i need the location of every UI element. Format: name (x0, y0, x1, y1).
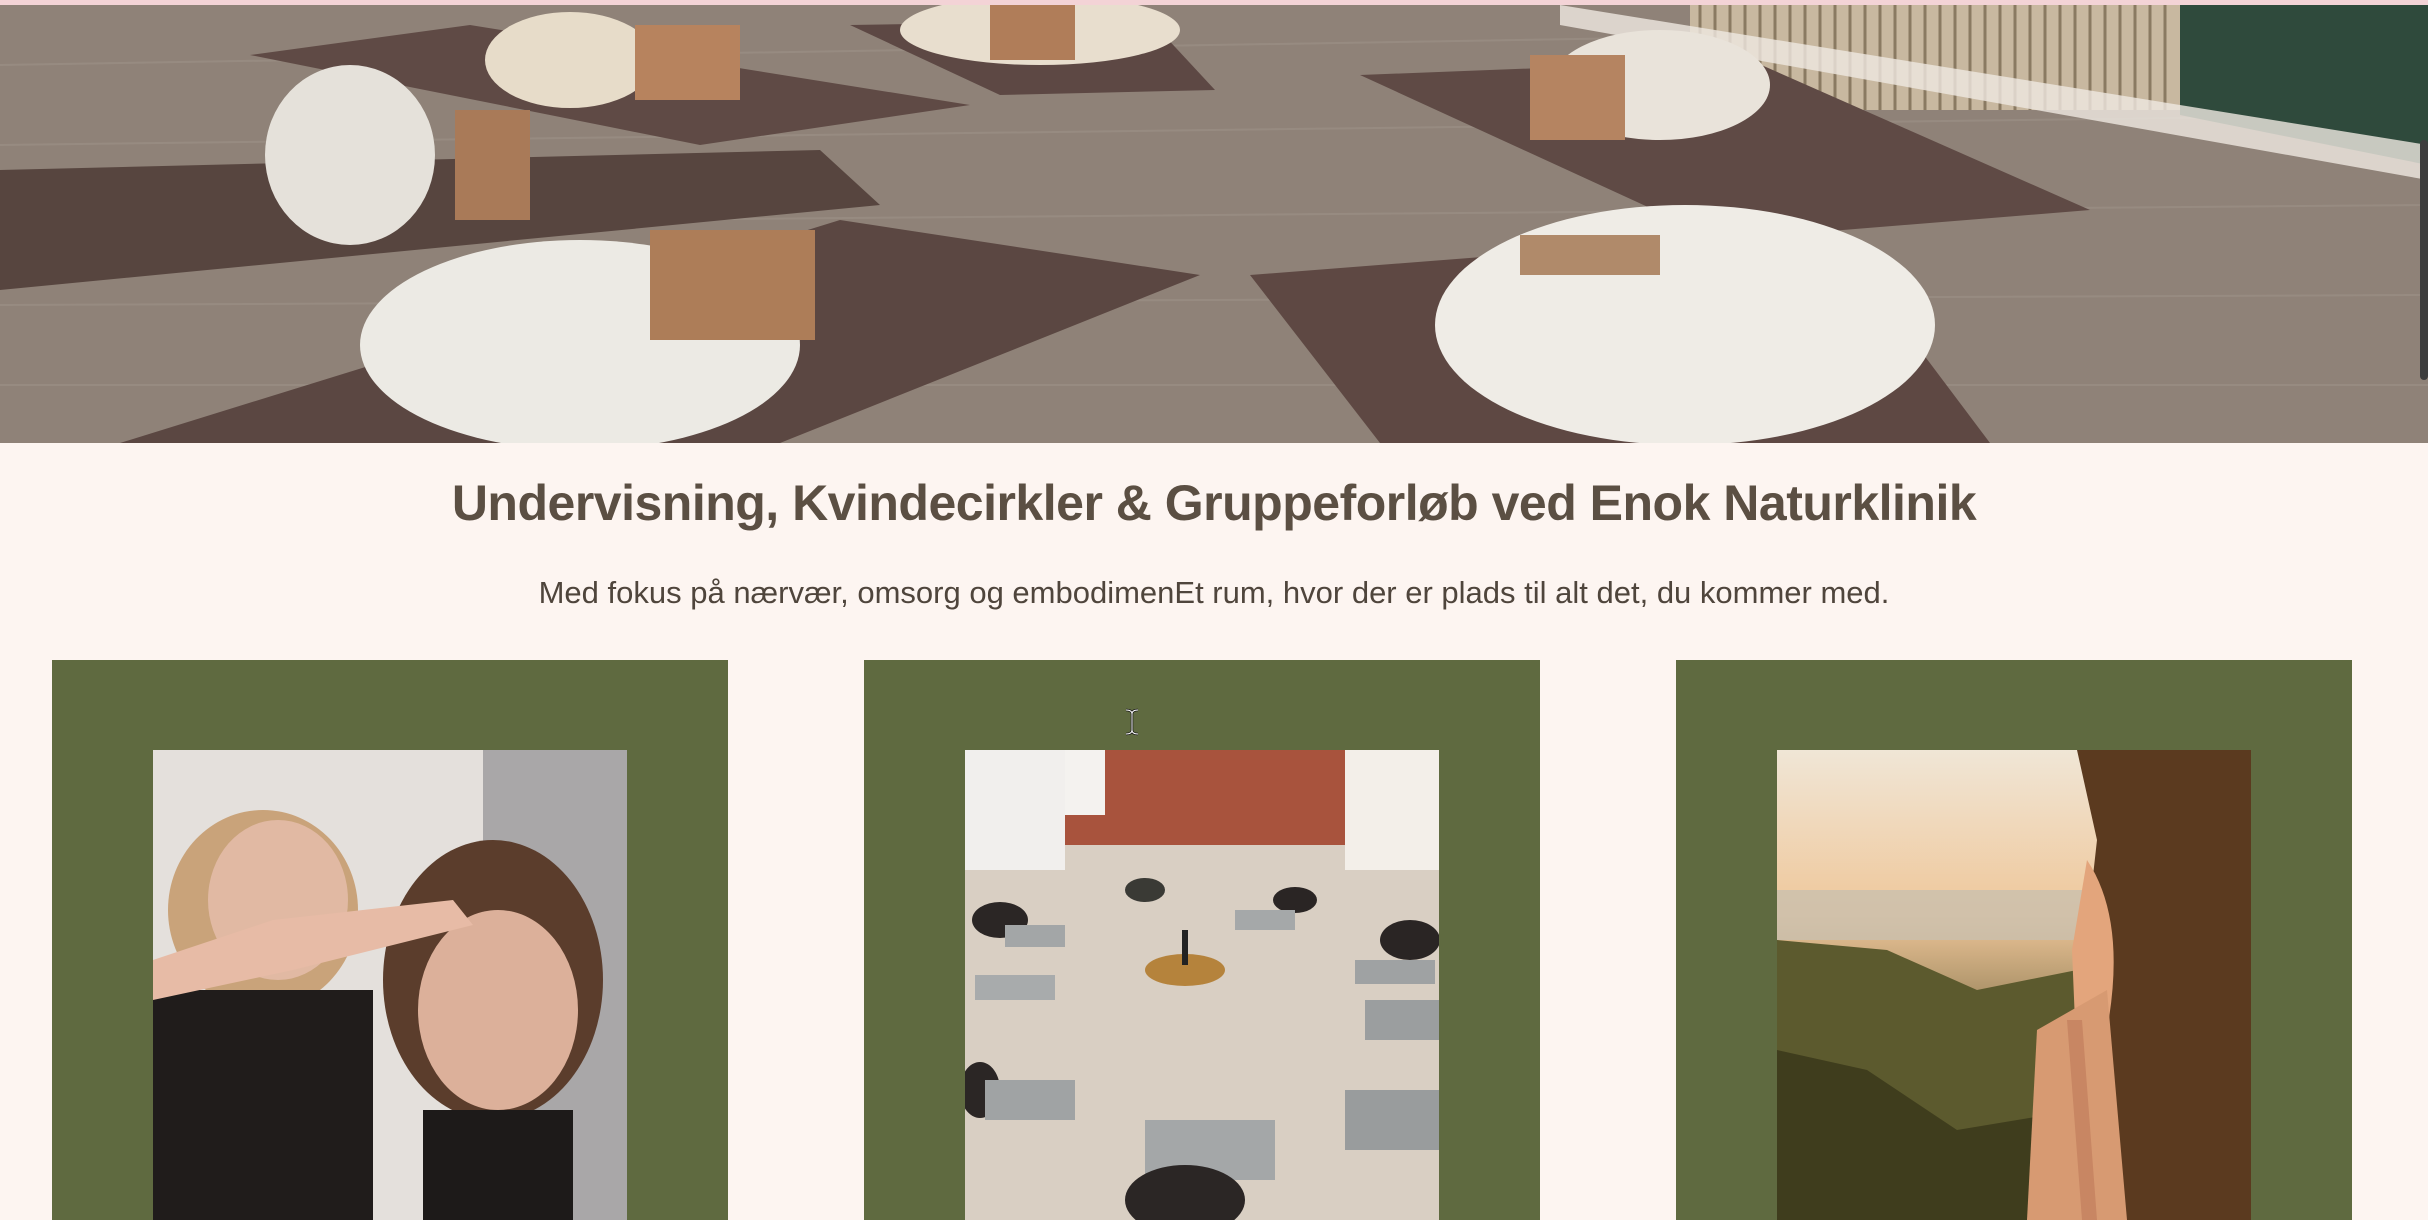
woman-receiving-head-massage-photo (153, 750, 627, 1220)
text-cursor-icon (1124, 708, 1140, 736)
offering-card-3[interactable] (1676, 660, 2352, 1220)
women-circle-room-photo (965, 750, 1439, 1220)
woman-praying-sunset-photo (1777, 750, 2251, 1220)
hero-yoga-room-image (0, 5, 2428, 443)
scrollbar-thumb[interactable] (2420, 140, 2428, 380)
offering-card-2[interactable] (864, 660, 1540, 1220)
page-subtitle: Med fokus på nærvær, omsorg og embodimen… (538, 575, 1890, 610)
offering-card-1[interactable] (52, 660, 728, 1220)
page-title: Undervisning, Kvindecirkler & Gruppeforl… (451, 475, 1977, 531)
